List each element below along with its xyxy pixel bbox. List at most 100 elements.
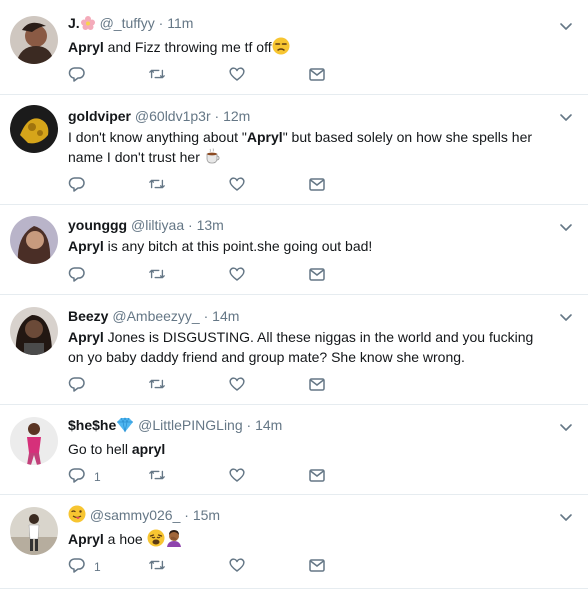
- envelope-icon: [308, 466, 326, 489]
- avatar[interactable]: [10, 307, 58, 355]
- display-name[interactable]: $he$he: [68, 417, 116, 433]
- heart-icon: [228, 65, 246, 88]
- like-button[interactable]: [228, 467, 246, 487]
- reply-icon: [68, 375, 86, 398]
- retweet-button[interactable]: [148, 176, 166, 196]
- highlight-keyword: Apryl: [246, 129, 283, 145]
- reply-button[interactable]: 1: [68, 557, 101, 577]
- display-name[interactable]: Beezy: [68, 308, 108, 324]
- direct-message-button[interactable]: [308, 266, 326, 286]
- handle[interactable]: @_tuffyy: [100, 15, 155, 31]
- tweet-body: is any bitch at this point.she going out…: [103, 238, 373, 254]
- direct-message-button[interactable]: [308, 376, 326, 396]
- display-name[interactable]: goldviper: [68, 108, 131, 124]
- avatar[interactable]: [10, 105, 58, 153]
- retweet-icon: [148, 466, 166, 489]
- direct-message-button[interactable]: [308, 557, 326, 577]
- reply-button[interactable]: [68, 266, 94, 286]
- timestamp[interactable]: 14m: [255, 417, 282, 433]
- chevron-down-icon[interactable]: [558, 309, 574, 325]
- separator-dot: ·: [184, 507, 189, 523]
- direct-message-button[interactable]: [308, 176, 326, 196]
- tweet-actions: [68, 376, 368, 396]
- tweet-text: Apryl and Fizz throwing me tf off: [68, 37, 552, 60]
- hot-beverage-emoji-icon: [204, 147, 222, 170]
- handle[interactable]: @Ambeezyy_: [112, 308, 199, 324]
- tweet-actions: [68, 176, 368, 196]
- reply-button[interactable]: [68, 66, 94, 86]
- separator-dot: ·: [214, 108, 220, 124]
- avatar[interactable]: [10, 507, 58, 555]
- tweet-text: Apryl is any bitch at this point.she goi…: [68, 236, 552, 256]
- like-button[interactable]: [228, 376, 246, 396]
- retweet-button[interactable]: [148, 557, 166, 577]
- display-name[interactable]: J.: [68, 15, 80, 31]
- reply-button[interactable]: [68, 176, 94, 196]
- tweet-header: @sammy026_ · 15m: [68, 505, 552, 527]
- tweet-actions: 1: [68, 557, 368, 577]
- avatar[interactable]: [10, 16, 58, 64]
- timestamp[interactable]: 14m: [212, 308, 239, 324]
- retweet-icon: [148, 265, 166, 288]
- tweet[interactable]: J. @_tuffyy · 11m Apryl and Fizz throwin…: [0, 0, 588, 95]
- handle[interactable]: @60ldv1p3r: [135, 108, 211, 124]
- retweet-button[interactable]: [148, 467, 166, 487]
- retweet-icon: [148, 375, 166, 398]
- retweet-button[interactable]: [148, 266, 166, 286]
- tweet-body: I don't know anything about ": [68, 129, 247, 145]
- like-button[interactable]: [228, 176, 246, 196]
- tweet-header: $he$he @LittlePINGLing · 14m: [68, 416, 552, 437]
- tweet-text: I don't know anything about "Apryl" but …: [68, 127, 552, 170]
- reply-count: 1: [94, 470, 101, 484]
- timestamp[interactable]: 15m: [193, 507, 220, 523]
- avatar[interactable]: [10, 417, 58, 465]
- gem-stone-emoji-icon: [116, 417, 134, 437]
- reply-button[interactable]: [68, 376, 94, 396]
- tweet[interactable]: $he$he @LittlePINGLing · 14m Go to hell …: [0, 405, 588, 495]
- timestamp[interactable]: 13m: [197, 217, 224, 233]
- heart-icon: [228, 556, 246, 579]
- tweet-body: and Fizz throwing me tf off: [103, 39, 272, 55]
- retweet-icon: [148, 65, 166, 88]
- highlight-keyword: Apryl: [68, 238, 104, 254]
- like-button[interactable]: [228, 66, 246, 86]
- handle[interactable]: @liltiyaa: [131, 217, 184, 233]
- reply-button[interactable]: 1: [68, 467, 101, 487]
- retweet-button[interactable]: [148, 376, 166, 396]
- display-name[interactable]: younggg: [68, 217, 127, 233]
- flower-emoji-icon: [80, 15, 96, 35]
- chevron-down-icon[interactable]: [558, 419, 574, 435]
- highlight-keyword: Apryl: [68, 329, 104, 345]
- chevron-down-icon[interactable]: [558, 109, 574, 125]
- tweet-feed: J. @_tuffyy · 11m Apryl and Fizz throwin…: [0, 0, 588, 589]
- chevron-down-icon[interactable]: [558, 219, 574, 235]
- reply-icon: [68, 65, 86, 88]
- envelope-icon: [308, 65, 326, 88]
- tweet[interactable]: younggg @liltiyaa · 13m Apryl is any bit…: [0, 205, 588, 295]
- heart-icon: [228, 375, 246, 398]
- person-facepalming-emoji-icon: [165, 529, 183, 552]
- tweet-actions: [68, 66, 368, 86]
- chevron-down-icon[interactable]: [558, 509, 574, 525]
- avatar[interactable]: [10, 216, 58, 264]
- tweet[interactable]: goldviper @60ldv1p3r · 12m I don't know …: [0, 95, 588, 205]
- tweet-header: younggg @liltiyaa · 13m: [68, 216, 552, 234]
- reply-count: 1: [94, 560, 101, 574]
- handle[interactable]: @LittlePINGLing: [138, 417, 242, 433]
- envelope-icon: [308, 375, 326, 398]
- chevron-down-icon[interactable]: [558, 18, 574, 34]
- timestamp[interactable]: 11m: [167, 15, 193, 31]
- tweet-header: Beezy @Ambeezyy_ · 14m: [68, 307, 552, 325]
- reply-icon: [68, 265, 86, 288]
- retweet-button[interactable]: [148, 66, 166, 86]
- tweet[interactable]: @sammy026_ · 15m Apryl a hoe 1: [0, 495, 588, 589]
- like-button[interactable]: [228, 266, 246, 286]
- timestamp[interactable]: 12m: [223, 108, 250, 124]
- handle[interactable]: @sammy026_: [90, 507, 180, 523]
- direct-message-button[interactable]: [308, 467, 326, 487]
- direct-message-button[interactable]: [308, 66, 326, 86]
- like-button[interactable]: [228, 557, 246, 577]
- reply-icon: [68, 466, 86, 489]
- tweet[interactable]: Beezy @Ambeezyy_ · 14m Apryl Jones is DI…: [0, 295, 588, 405]
- heart-icon: [228, 265, 246, 288]
